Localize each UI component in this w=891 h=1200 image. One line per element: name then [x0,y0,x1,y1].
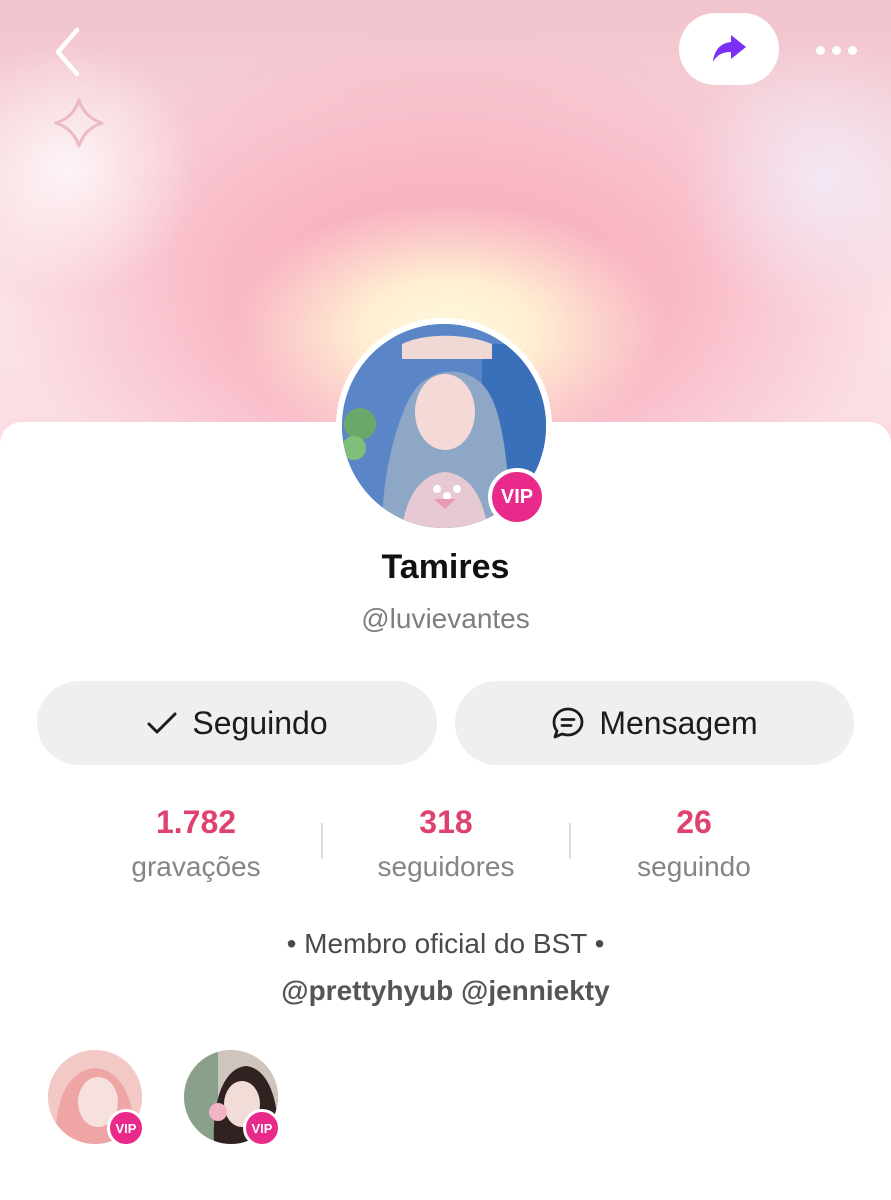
bio-text: • Membro oficial do BST • [286,928,605,959]
more-horizontal-icon [815,45,825,55]
vip-badge: VIP [107,1109,145,1147]
chat-bubble-icon [552,707,584,739]
share-button[interactable] [679,13,779,85]
stat-followers-value: 318 [419,804,473,840]
chevron-left-icon [55,27,80,77]
stat-following-value: 26 [676,804,712,840]
vip-badge: VIP [488,468,546,526]
sparkle-decoration-icon [52,96,106,150]
stat-followers-label: seguidores [377,851,515,882]
more-options-button[interactable] [806,30,866,70]
stat-divider [321,823,323,859]
stat-recordings[interactable]: 1.782 gravações [86,800,306,890]
message-button-label: Mensagem [599,704,758,741]
stat-recordings-label: gravações [131,851,261,882]
stat-following-label: seguindo [637,851,751,882]
vip-badge: VIP [243,1109,281,1147]
share-arrow-icon [713,35,746,62]
stat-followers[interactable]: 318 seguidores [336,800,556,890]
back-button[interactable] [40,24,96,80]
stat-following[interactable]: 26 seguindo [584,800,804,890]
stat-recordings-value: 1.782 [155,804,237,840]
stat-divider [569,823,571,859]
checkmark-icon [147,712,177,734]
message-button[interactable]: Mensagem [455,681,854,765]
profile-handle: @luvievantes [361,603,530,634]
profile-name: Tamires [381,548,510,586]
following-button-label: Seguindo [192,704,328,741]
bio-mentions[interactable]: @prettyhyub @jenniekty [0,975,891,1007]
following-button[interactable]: Seguindo [37,681,437,765]
